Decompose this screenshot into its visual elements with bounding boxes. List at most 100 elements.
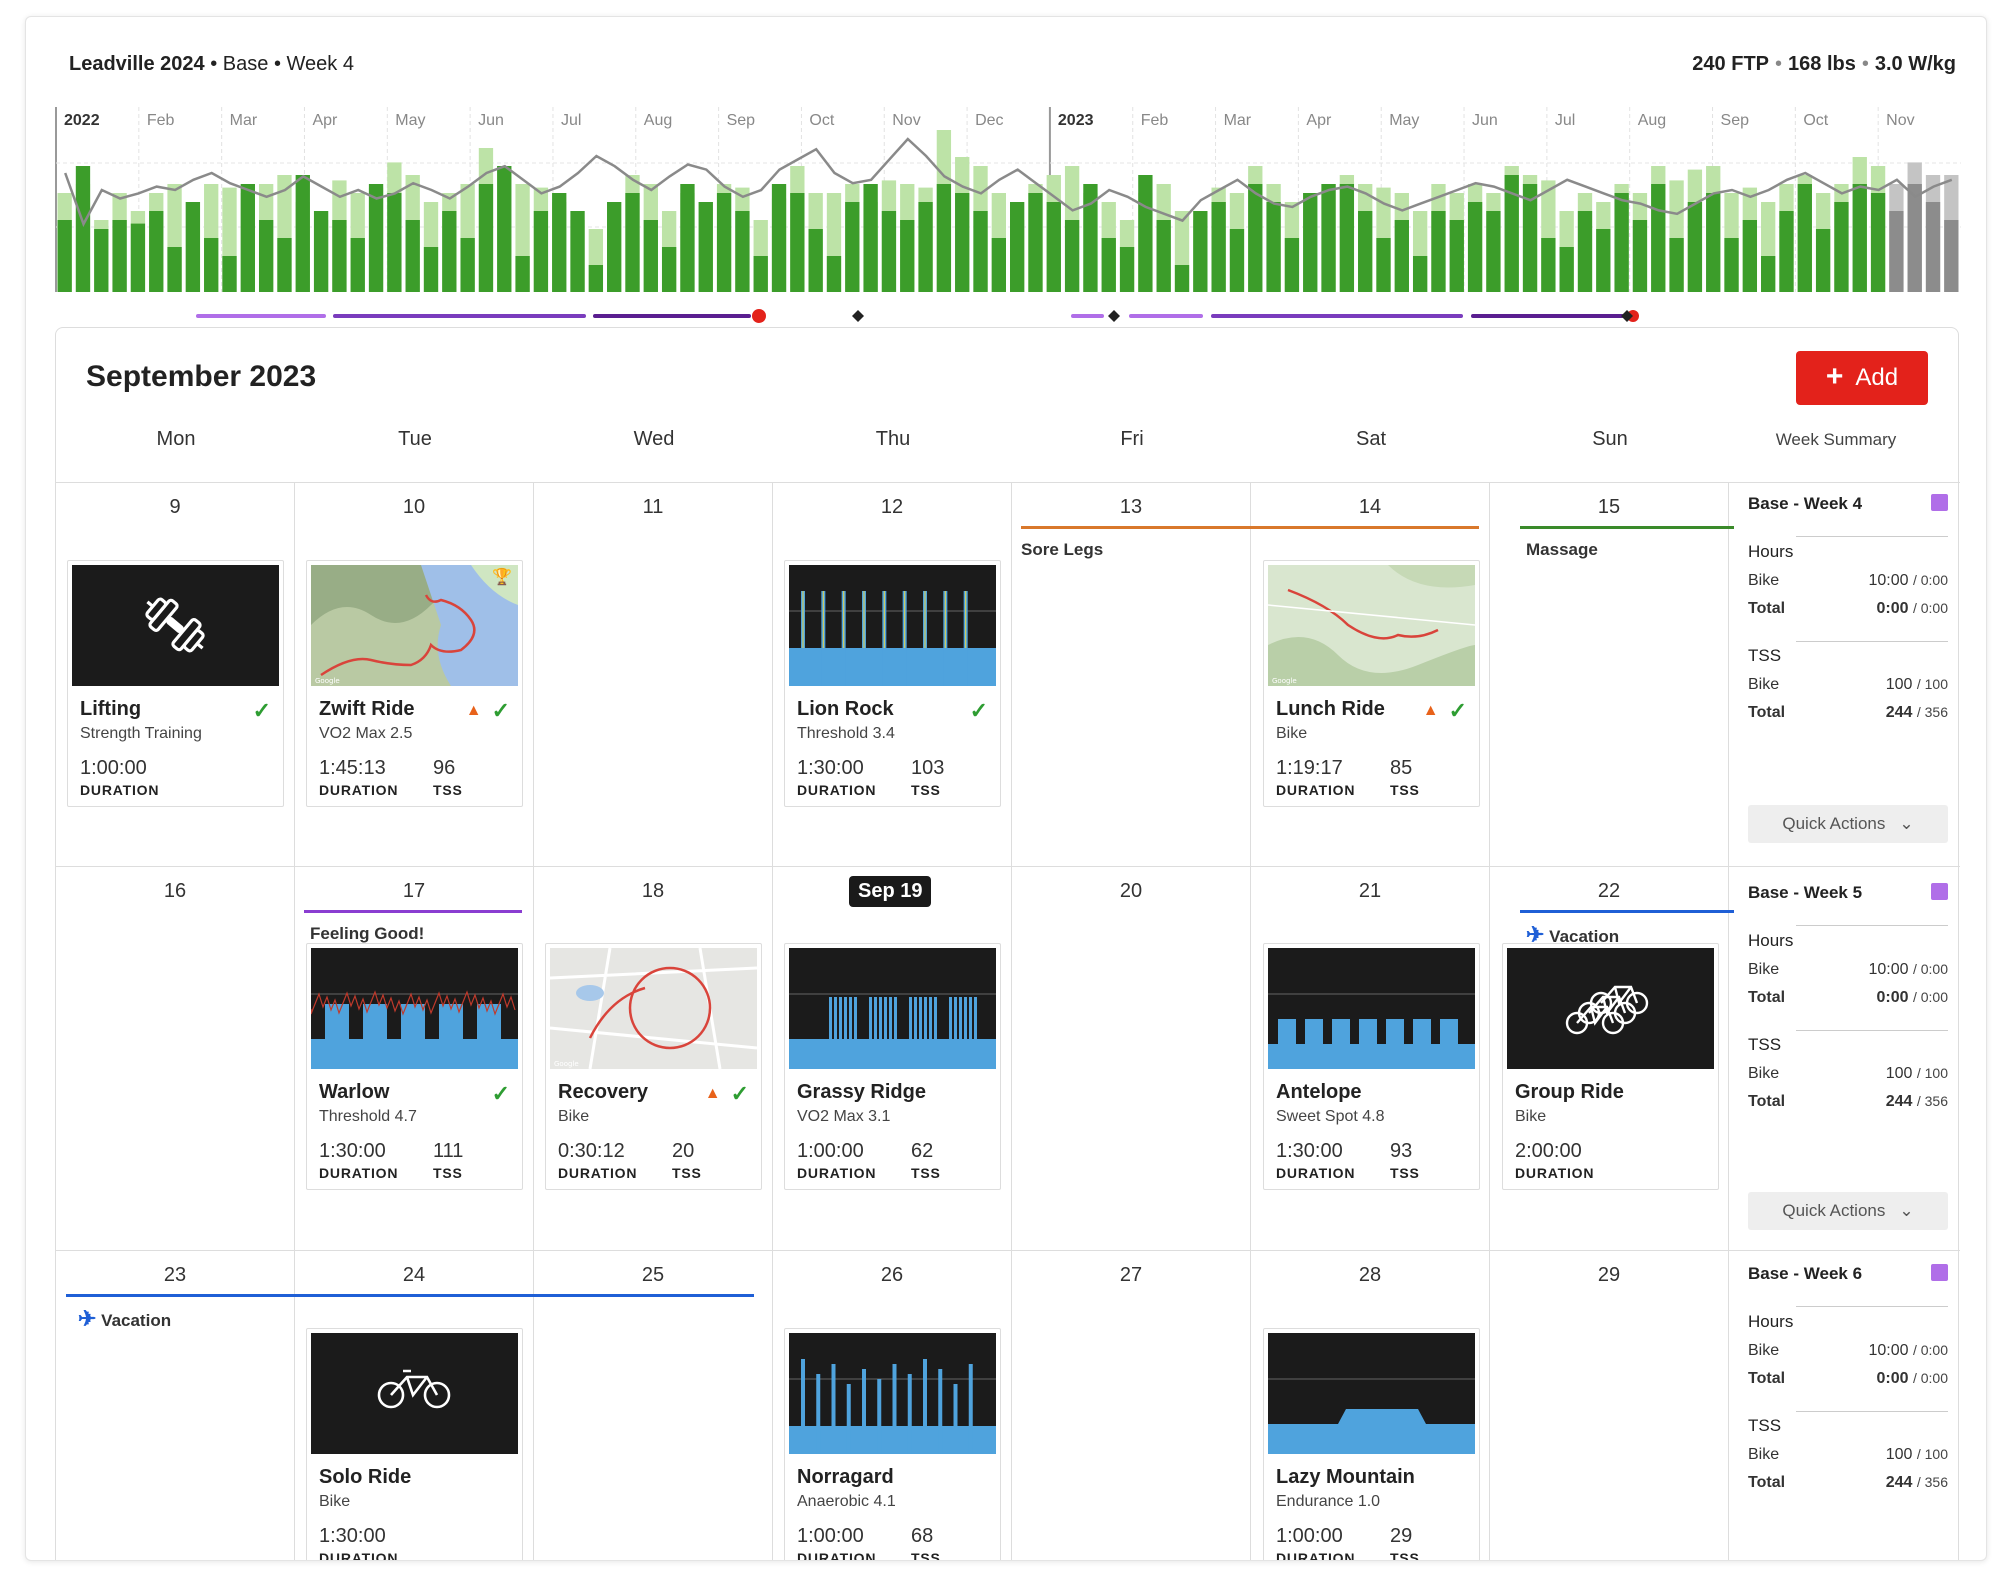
month-label: Sep [1721,112,1750,129]
power-profile [789,591,996,686]
day-number[interactable]: 15 [1579,496,1639,519]
note-bar-green [1520,526,1734,529]
completed-tss-bar [75,166,91,292]
power-interval [969,997,972,1069]
workout-card-zwift-ride[interactable]: Google 🏆 ▲ ✓ Zwift Ride VO2 Max 2.5 1:45:… [306,560,523,807]
workout-card-recovery[interactable]: Google ▲ ✓ Recovery Bike 0:30:12 20 DURATI… [545,943,762,1190]
month-label: Nov [892,112,920,129]
day-number[interactable]: 10 [384,496,444,519]
weight-value: 168 lbs [1788,53,1856,75]
workout-card-warlow[interactable]: ✓ Warlow Threshold 4.7 1:30:00 111 DURATI… [306,943,523,1190]
tss-heading: TSS [1748,1035,1782,1054]
day-number[interactable]: 13 [1101,496,1161,519]
day-number[interactable]: 12 [862,496,922,519]
phase-color-swatch [1931,1264,1948,1281]
flame-icon: ▲ [465,702,482,719]
workout-card-solo-ride[interactable]: Solo Ride Bike 1:30:00 DURATION [306,1328,523,1560]
bike-hours: 10:00 [1868,961,1909,978]
power-interval [1440,1019,1458,1069]
training-timeline-chart[interactable]: 2022 Feb Mar Apr May Jun Jul Aug Sep Oct Nov Dec 202… [26,101,1987,327]
phase-color-swatch [1931,494,1948,511]
completed-tss-bar [1925,202,1941,292]
duration-label: DURATION [1276,1165,1356,1181]
workout-card-norragard[interactable]: Norragard Anaerobic 4.1 1:00:00 68 DURATI… [784,1328,1001,1560]
duration-value: 1:00:00 [797,1525,864,1547]
power-interval [879,997,882,1069]
day-number[interactable]: 20 [1101,880,1161,903]
month-label: Aug [644,112,672,129]
completed-tss-bar [1889,211,1904,292]
day-number[interactable]: 11 [623,496,683,519]
note-feeling-good[interactable]: Feeling Good! [310,924,424,944]
week-summary-title: Base - Week 6 [1748,1264,1863,1283]
phase-bar [196,314,326,318]
completed-tss-bar [1412,256,1428,292]
completed-tss-bar [1724,238,1739,292]
completed-tss-bar [1779,211,1794,292]
power-interval [959,997,962,1069]
power-profile [1268,1378,1475,1454]
completed-tss-bar [588,265,604,292]
day-number[interactable]: 28 [1340,1264,1400,1287]
divider [1796,536,1948,537]
bike-hours-planned: / 0:00 [1912,1342,1948,1358]
power-interval [894,997,897,1069]
total-label: Total [1748,600,1786,617]
day-number[interactable]: 26 [862,1264,922,1287]
workout-type: Endurance 1.0 [1276,1493,1381,1510]
day-number[interactable]: 9 [145,496,205,519]
route-map: Google [550,948,757,1069]
workout-card-lion-rock[interactable]: ✓ Lion Rock Threshold 3.4 1:30:00 103 DUR… [784,560,1001,807]
completed-tss-bar [204,238,219,292]
bike-tss-planned: / 100 [1916,1446,1948,1462]
workout-card-lunch-ride[interactable]: Google ▲ ✓ Lunch Ride Bike 1:19:17 85 DURA… [1263,560,1480,807]
day-number[interactable]: 24 [384,1264,444,1287]
power-interval [477,1004,501,1069]
completed-tss-bar [625,193,640,292]
day-number[interactable]: 14 [1340,496,1400,519]
bike-label: Bike [1748,961,1780,978]
day-number[interactable]: 16 [145,880,205,903]
completed-tss-bar [661,247,677,292]
bike-label: Bike [1748,1446,1780,1463]
duration-value: 1:30:00 [1276,1140,1343,1162]
today-badge[interactable]: Sep 19 [849,876,932,907]
plan-name[interactable]: Leadville 2024 [69,53,205,75]
completed-tss-bar [845,202,860,292]
add-button[interactable]: + Add [1796,351,1928,405]
workout-card-lifting[interactable]: ✓ Lifting Strength Training 1:00:00 DURA… [67,560,284,807]
note-vacation[interactable]: ✈ Vacation [78,1306,171,1332]
quick-actions-button[interactable]: Quick Actions ⌄ [1748,805,1948,843]
completed-tss-bar [1229,229,1245,292]
day-number[interactable]: 27 [1101,1264,1161,1287]
workout-card-grassy-ridge[interactable]: Grassy Ridge VO2 Max 3.1 1:00:00 62 DURAT… [784,943,1001,1190]
day-number[interactable]: 23 [145,1264,205,1287]
tss-value: 85 [1390,757,1413,779]
tss-label: TSS [1390,782,1420,798]
month-label: Aug [1638,112,1666,129]
completed-tss-bar [1742,220,1758,292]
completed-tss-bar [1706,193,1721,292]
note-sore-legs[interactable]: Sore Legs [1021,540,1103,560]
phase-bar [593,314,751,318]
total-tss: 244 [1885,1093,1913,1110]
day-number[interactable]: 25 [623,1264,683,1287]
completed-tss-bar [1211,202,1226,292]
quick-actions-button[interactable]: Quick Actions ⌄ [1748,1192,1948,1230]
bike-tss: 100 [1885,1446,1913,1463]
note-massage[interactable]: Massage [1526,540,1598,560]
power-interval [949,997,952,1069]
day-number[interactable]: 22 [1579,880,1639,903]
trophy-icon: 🏆 [492,569,512,586]
completed-tss-bar [1761,256,1776,292]
day-number[interactable]: 18 [623,880,683,903]
day-number[interactable]: 21 [1340,880,1400,903]
workout-card-antelope[interactable]: Antelope Sweet Spot 4.8 1:30:00 93 DURATI… [1263,943,1480,1190]
workout-card-lazy-mountain[interactable]: Lazy Mountain Endurance 1.0 1:00:00 29 DU… [1263,1328,1480,1560]
day-number[interactable]: 29 [1579,1264,1639,1287]
day-number[interactable]: 17 [384,880,444,903]
completed-tss-bar [240,184,255,292]
tss-value: 93 [1390,1140,1413,1162]
completed-tss-bar [1797,184,1812,292]
workout-card-group-ride[interactable]: Group Ride Bike 2:00:00 DURATION [1502,943,1719,1190]
